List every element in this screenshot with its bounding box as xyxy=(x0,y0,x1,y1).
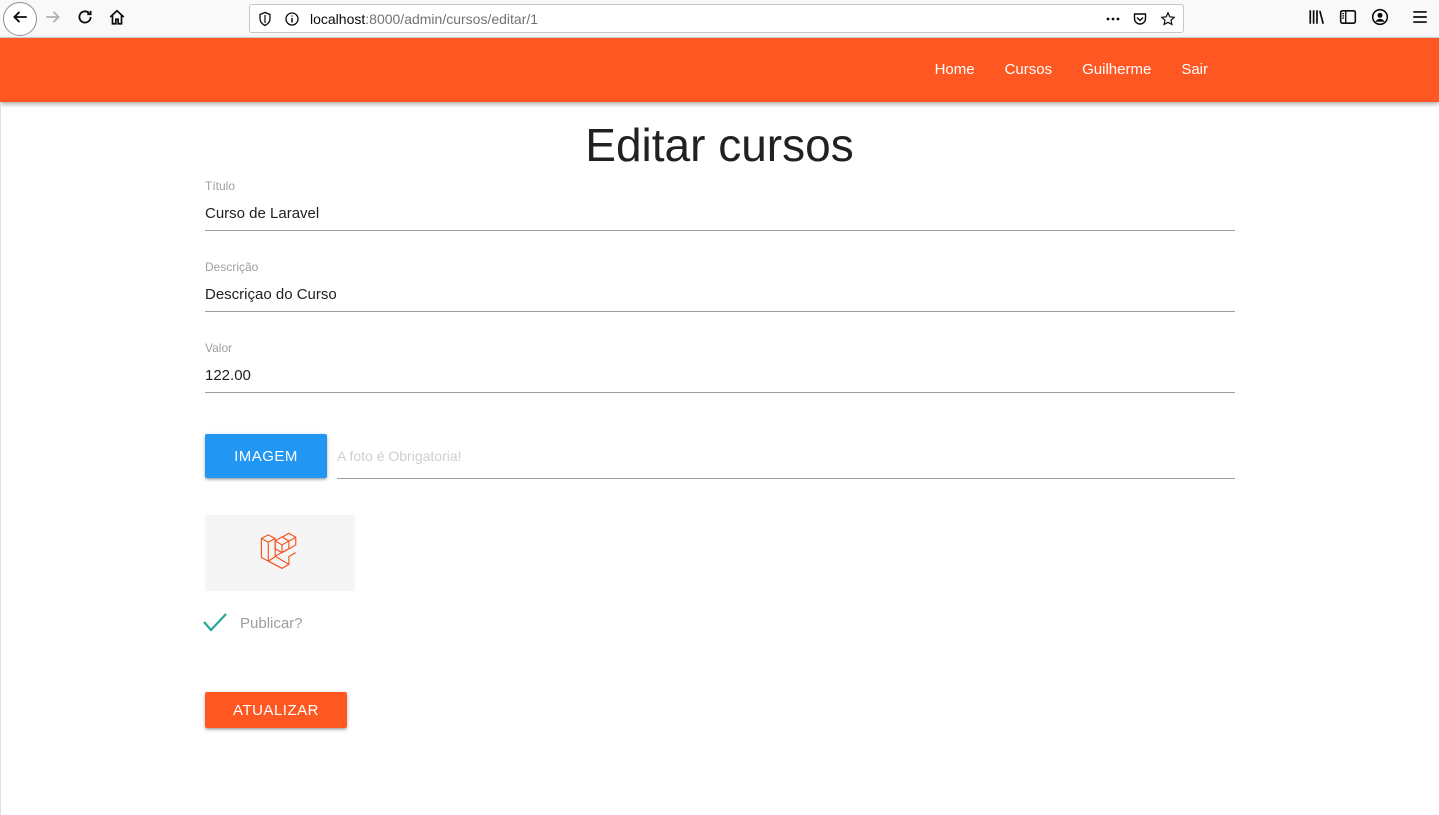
bookmark-star-icon[interactable] xyxy=(1159,10,1177,28)
library-button[interactable] xyxy=(1302,4,1332,34)
url-path: :8000/admin/cursos/editar/1 xyxy=(365,11,539,27)
imagem-upload-button[interactable]: IMAGEM xyxy=(205,434,327,478)
nav-link-sair[interactable]: Sair xyxy=(1166,38,1223,102)
imagem-path-input[interactable]: A foto é Obrigatoria! xyxy=(337,443,1235,479)
back-button[interactable] xyxy=(3,2,37,36)
url-host: localhost xyxy=(310,11,366,27)
atualizar-button[interactable]: ATUALIZAR xyxy=(205,692,347,728)
laravel-logo-icon xyxy=(259,530,301,577)
page-title: Editar cursos xyxy=(585,119,854,171)
nav-link-cursos[interactable]: Cursos xyxy=(990,38,1068,102)
nav-links: Home Cursos Guilherme Sair xyxy=(920,38,1223,102)
forward-icon xyxy=(44,8,62,31)
publicar-checkbox[interactable] xyxy=(202,610,230,634)
forward-button[interactable] xyxy=(38,4,68,34)
reload-button[interactable] xyxy=(70,4,100,34)
course-image-thumbnail xyxy=(205,515,355,591)
more-icon[interactable] xyxy=(1104,10,1122,28)
sidebar-icon xyxy=(1339,8,1357,31)
checkmark-icon xyxy=(202,613,230,638)
menu-button[interactable] xyxy=(1405,4,1435,34)
titulo-label: Título xyxy=(205,179,236,193)
nav-link-user[interactable]: Guilherme xyxy=(1067,38,1166,102)
nav-link-home[interactable]: Home xyxy=(920,38,990,102)
descricao-input[interactable]: Descriçao do Curso xyxy=(205,278,1235,312)
info-icon[interactable] xyxy=(283,10,301,28)
menu-icon xyxy=(1411,8,1429,31)
back-icon xyxy=(11,8,29,31)
navbar: Home Cursos Guilherme Sair xyxy=(0,38,1439,102)
library-icon xyxy=(1308,8,1326,31)
browser-toolbar: localhost:8000/admin/cursos/editar/1 xyxy=(0,0,1439,38)
account-button[interactable] xyxy=(1365,4,1395,34)
valor-input[interactable]: 122.00 xyxy=(205,359,1235,393)
account-icon xyxy=(1371,8,1389,31)
url-bar[interactable]: localhost:8000/admin/cursos/editar/1 xyxy=(249,4,1184,33)
url-text: localhost:8000/admin/cursos/editar/1 xyxy=(310,11,538,27)
publicar-label[interactable]: Publicar? xyxy=(240,615,303,632)
titulo-input[interactable]: Curso de Laravel xyxy=(205,197,1235,231)
reload-icon xyxy=(76,8,94,31)
descricao-label: Descrição xyxy=(205,260,259,274)
valor-label: Valor xyxy=(205,341,233,355)
home-button[interactable] xyxy=(102,4,132,34)
home-icon xyxy=(108,8,126,31)
page-edge xyxy=(0,102,1,815)
sidebar-button[interactable] xyxy=(1333,4,1363,34)
shield-icon[interactable] xyxy=(256,10,274,28)
pocket-icon[interactable] xyxy=(1131,10,1149,28)
